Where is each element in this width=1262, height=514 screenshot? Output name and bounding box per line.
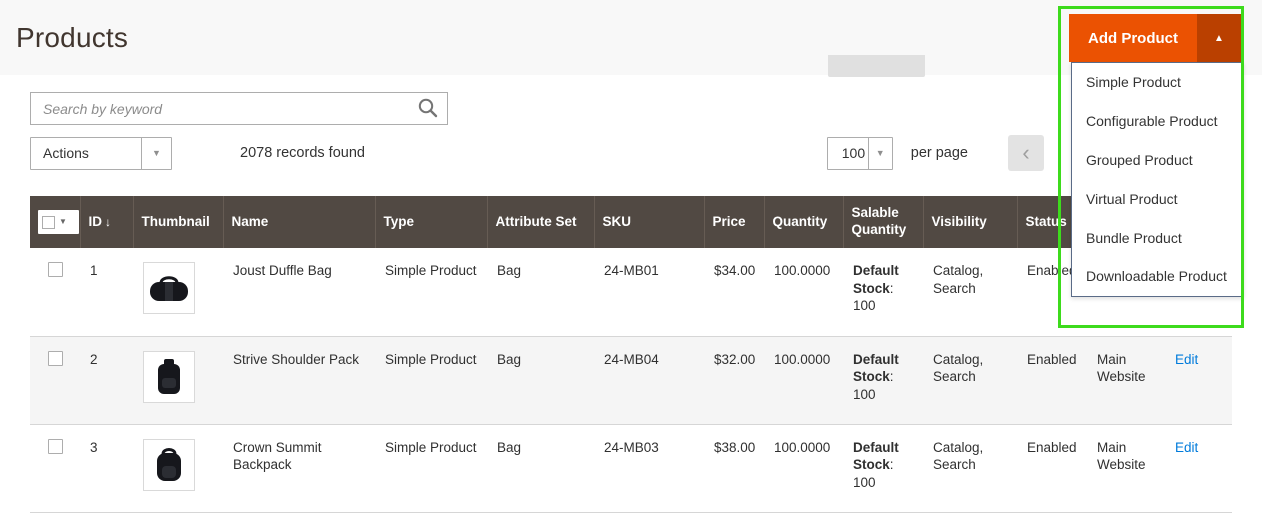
actions-select[interactable]: Actions ▼ [30,137,172,170]
add-product-menu: Simple Product Configurable Product Grou… [1071,62,1244,297]
cell-quantity: 100.0000 [764,248,843,336]
header-id[interactable]: ID↓ [80,196,133,248]
cell-name: Crown Summit Backpack [223,424,375,512]
header-thumbnail[interactable]: Thumbnail [133,196,223,248]
table-header-row: ▼ ID↓ Thumbnail Name Type Attribute Set … [30,196,1232,248]
shoulder-pack-image [154,358,184,396]
edit-link[interactable]: Edit [1175,440,1198,455]
cell-price: $34.00 [704,248,764,336]
cell-id: 2 [80,336,133,424]
select-all-header: ▼ [30,196,80,248]
per-page-label: per page [911,145,968,161]
cell-thumbnail [133,424,223,512]
menu-item-simple-product[interactable]: Simple Product [1072,63,1243,102]
sort-desc-icon: ↓ [105,215,111,229]
clipped-toolbar-button[interactable] [828,55,925,77]
cell-name: Strive Shoulder Pack [223,336,375,424]
search-row [30,92,1232,125]
records-found-text: 2078 records found [240,145,365,161]
chevron-down-icon: ▼ [141,138,171,169]
menu-item-downloadable-product[interactable]: Downloadable Product [1072,257,1243,296]
header-visibility[interactable]: Visibility [923,196,1017,248]
cell-thumbnail [133,248,223,336]
cell-sku: 24-MB01 [594,248,704,336]
cell-action: Edit [1165,336,1232,424]
cell-sku: 24-MB04 [594,336,704,424]
per-page-select[interactable]: 100 ▼ [827,137,893,170]
page-title: Products [16,22,128,54]
cell-salable-quantity: Default Stock: 100 [843,336,923,424]
select-all-checkbox[interactable] [42,216,55,229]
cell-quantity: 100.0000 [764,424,843,512]
product-thumbnail [143,351,195,403]
cell-select [30,424,80,512]
add-product-toggle[interactable]: ▲ [1197,14,1241,62]
cell-action: Edit [1165,424,1232,512]
cell-salable-quantity: Default Stock: 100 [843,248,923,336]
cell-select [30,336,80,424]
cell-attribute-set: Bag [487,336,594,424]
chevron-up-icon: ▲ [1214,33,1224,44]
cell-price: $38.00 [704,424,764,512]
cell-attribute-set: Bag [487,248,594,336]
header-salable-quantity[interactable]: Salable Quantity [843,196,923,248]
cell-websites: Main Website [1087,336,1165,424]
chevron-down-icon: ▼ [868,138,892,169]
search-input[interactable] [30,92,448,125]
add-product-button[interactable]: Add Product [1069,14,1197,62]
table-row: 2 Strive Shoulder Pack Simple Product Ba… [30,336,1232,424]
header-name[interactable]: Name [223,196,375,248]
row-checkbox[interactable] [48,262,63,277]
cell-websites: Main Website [1087,424,1165,512]
cell-attribute-set: Bag [487,424,594,512]
menu-item-bundle-product[interactable]: Bundle Product [1072,219,1243,258]
header-attribute-set[interactable]: Attribute Set [487,196,594,248]
chevron-left-icon: ‹ [1022,136,1029,170]
products-table: ▼ ID↓ Thumbnail Name Type Attribute Set … [30,196,1232,513]
search-box [30,92,448,125]
table-row: 3 Crown Summit Backpack Simple Product B… [30,424,1232,512]
row-checkbox[interactable] [48,439,63,454]
previous-page-button[interactable]: ‹ [1008,135,1044,171]
cell-visibility: Catalog, Search [923,424,1017,512]
cell-visibility: Catalog, Search [923,336,1017,424]
cell-name: Joust Duffle Bag [223,248,375,336]
backpack-image [153,446,185,484]
cell-id: 3 [80,424,133,512]
cell-sku: 24-MB03 [594,424,704,512]
table-row: 1 Joust Duffle Bag Simple Product Bag 24… [30,248,1232,336]
per-page-value: 100 [828,138,868,169]
actions-select-label: Actions [31,138,141,169]
select-all-dropdown[interactable]: ▼ [38,210,79,234]
header-quantity[interactable]: Quantity [764,196,843,248]
pager-group: 100 ▼ per page ‹ [827,135,1044,171]
cell-status: Enabled [1017,424,1087,512]
duffle-bag-image [148,273,190,303]
cell-id: 1 [80,248,133,336]
cell-salable-quantity: Default Stock: 100 [843,424,923,512]
cell-thumbnail [133,336,223,424]
edit-link[interactable]: Edit [1175,352,1198,367]
add-product-split-button: Add Product ▲ Simple Product Configurabl… [1069,14,1241,62]
cell-type: Simple Product [375,248,487,336]
product-thumbnail [143,439,195,491]
cell-visibility: Catalog, Search [923,248,1017,336]
cell-quantity: 100.0000 [764,336,843,424]
row-checkbox[interactable] [48,351,63,366]
cell-select [30,248,80,336]
header-price[interactable]: Price [704,196,764,248]
product-thumbnail [143,262,195,314]
menu-item-configurable-product[interactable]: Configurable Product [1072,102,1243,141]
cell-type: Simple Product [375,424,487,512]
header-sku[interactable]: SKU [594,196,704,248]
menu-item-virtual-product[interactable]: Virtual Product [1072,180,1243,219]
search-icon[interactable] [416,97,440,121]
menu-item-grouped-product[interactable]: Grouped Product [1072,141,1243,180]
cell-price: $32.00 [704,336,764,424]
header-type[interactable]: Type [375,196,487,248]
chevron-down-icon: ▼ [59,217,67,227]
cell-type: Simple Product [375,336,487,424]
cell-status: Enabled [1017,336,1087,424]
grid-toolbar: Actions ▼ 2078 records found 100 ▼ per p… [30,136,1232,170]
